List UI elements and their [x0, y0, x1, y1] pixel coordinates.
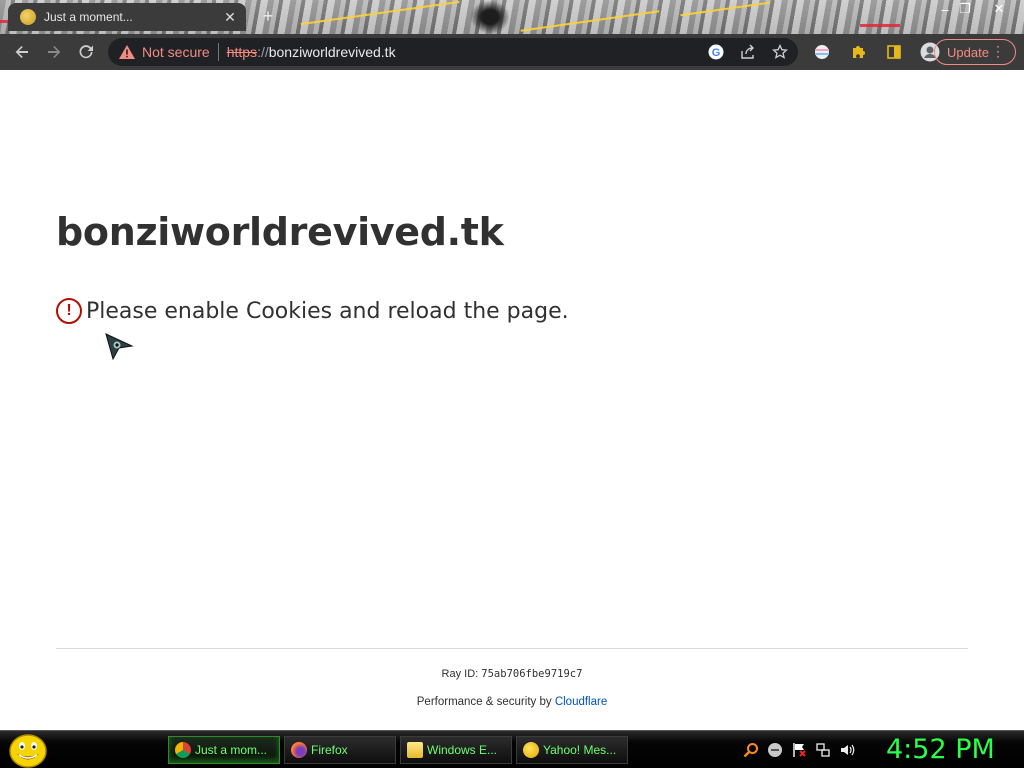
- taskbar-item-chrome[interactable]: Just a mom...: [168, 736, 280, 764]
- footer-divider: [56, 648, 968, 649]
- messenger-status-icon[interactable]: [766, 741, 784, 759]
- wallpaper-decoration: [470, 0, 510, 34]
- wallpaper-streak: [860, 24, 900, 27]
- error-message-row: ! Please enable Cookies and reload the p…: [56, 298, 569, 324]
- svg-text:G: G: [712, 47, 721, 59]
- error-exclamation-icon: !: [56, 298, 82, 324]
- taskbar-item-windows-explorer[interactable]: Windows E...: [400, 736, 512, 764]
- restore-button[interactable]: ❐: [950, 0, 980, 18]
- close-window-button[interactable]: ✕: [984, 0, 1014, 18]
- network-icon[interactable]: [814, 741, 832, 759]
- wallpaper-streak: [680, 1, 770, 17]
- taskbar-item-label: Yahoo! Mes...: [543, 743, 617, 757]
- ray-id-line: Ray ID: 75ab706fbe9719c7: [0, 668, 1024, 680]
- start-button[interactable]: [6, 733, 50, 769]
- error-message: Please enable Cookies and reload the pag…: [86, 298, 569, 324]
- clock[interactable]: 4:52 PM: [880, 733, 1020, 767]
- tab-close-icon[interactable]: ✕: [222, 9, 238, 25]
- taskbar-item-firefox[interactable]: Firefox: [284, 736, 396, 764]
- window-title-bar: Just a moment... ✕ + – ❐ ✕: [0, 0, 1024, 34]
- toolbar-actions: [806, 36, 946, 68]
- taskbar-item-label: Firefox: [311, 743, 348, 757]
- side-panel-icon[interactable]: [878, 36, 910, 68]
- not-secure-label[interactable]: Not secure: [142, 44, 210, 60]
- taskbar: Just a mom... Firefox Windows E... Yahoo…: [0, 730, 1024, 768]
- taskbar-item-yahoo-messenger[interactable]: Yahoo! Mes...: [516, 736, 628, 764]
- system-tray: [742, 739, 856, 761]
- flag-extension-icon[interactable]: [806, 36, 838, 68]
- url-host: bonziworldrevived.tk: [268, 44, 396, 60]
- reload-icon[interactable]: [70, 36, 102, 68]
- smiley-favicon-icon: [20, 9, 36, 25]
- volume-icon[interactable]: [838, 741, 856, 759]
- page-content: bonziworldrevived.tk ! Please enable Coo…: [0, 70, 1024, 730]
- browser-toolbar: Not secure https :// bonziworldrevived.t…: [0, 34, 1024, 70]
- address-bar[interactable]: Not secure https :// bonziworldrevived.t…: [108, 38, 798, 66]
- flag-icon[interactable]: [790, 741, 808, 759]
- update-label: Update: [947, 44, 989, 60]
- share-icon[interactable]: [734, 40, 762, 64]
- puzzle-icon[interactable]: [842, 36, 874, 68]
- ray-id-label: Ray ID:: [441, 668, 482, 680]
- more-vert-icon[interactable]: ⋮: [991, 43, 1005, 60]
- yahoo-messenger-icon: [523, 742, 539, 758]
- warning-triangle-icon[interactable]: [118, 45, 136, 59]
- new-tab-button[interactable]: +: [258, 6, 278, 26]
- cloudflare-link[interactable]: Cloudflare: [555, 696, 607, 708]
- wallpaper-streak: [520, 10, 660, 32]
- browser-tab[interactable]: Just a moment... ✕: [8, 3, 246, 31]
- url-separator: ://: [257, 44, 269, 60]
- search-icon[interactable]: [742, 741, 760, 759]
- wallpaper-streak: [300, 0, 460, 26]
- taskbar-item-label: Windows E...: [427, 743, 498, 757]
- url-scheme: https: [226, 44, 258, 60]
- wallpaper-streak: [0, 20, 8, 23]
- star-icon[interactable]: [766, 40, 794, 64]
- back-arrow-icon[interactable]: [6, 36, 38, 68]
- mouse-cursor-icon: [104, 332, 134, 365]
- folder-icon: [407, 742, 423, 758]
- site-title: bonziworldrevived.tk: [56, 210, 504, 254]
- chrome-icon: [175, 742, 191, 758]
- google-icon[interactable]: G: [702, 40, 730, 64]
- tab-title: Just a moment...: [44, 10, 133, 24]
- ray-id-value: 75ab706fbe9719c7: [481, 668, 583, 680]
- performance-line: Performance & security by Cloudflare: [0, 696, 1024, 708]
- update-button[interactable]: Update ⋮: [934, 39, 1016, 65]
- performance-label: Performance & security by: [416, 696, 555, 708]
- firefox-icon: [291, 742, 307, 758]
- address-divider: [217, 43, 219, 61]
- forward-arrow-icon[interactable]: [38, 36, 70, 68]
- taskbar-item-label: Just a mom...: [195, 743, 268, 757]
